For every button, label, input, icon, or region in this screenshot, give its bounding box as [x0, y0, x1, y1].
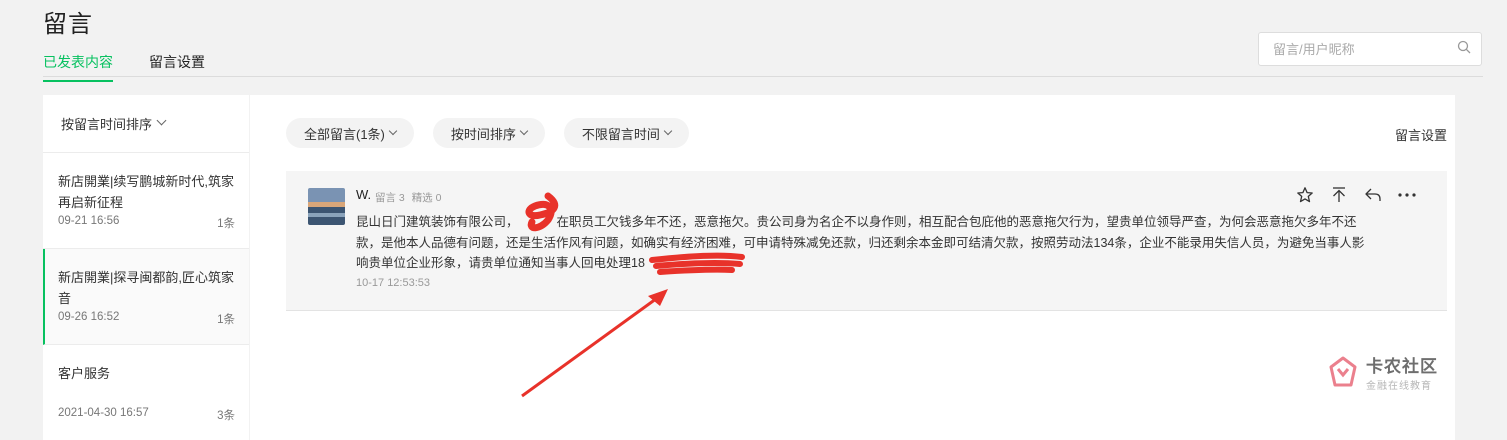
article-item[interactable]: 新店開業|续写鹏城新时代,筑家再启新征程 09-21 16:56 1条: [43, 153, 249, 249]
article-title: 新店開業|续写鹏城新时代,筑家再启新征程: [58, 174, 234, 210]
watermark-name: 卡农社区: [1366, 357, 1438, 376]
comment-timestamp: 10-17 12:53:53: [356, 277, 431, 289]
avatar[interactable]: [308, 188, 345, 225]
comment-text: 昆山日门建筑装饰有限公司， 在职员工欠钱多年不还，恶意拖欠。贵公司身为名企不以身作…: [356, 212, 1368, 274]
sidebar-sort-dropdown[interactable]: 按留言时间排序: [43, 95, 249, 153]
search-box[interactable]: [1258, 32, 1482, 66]
author-stats: 留言 3 精选 0: [375, 190, 445, 205]
pin-top-icon[interactable]: [1329, 185, 1349, 205]
chevron-down-icon: [156, 115, 167, 126]
article-date: 2021-04-30 16:57: [58, 407, 149, 419]
chevron-down-icon: [388, 126, 398, 136]
filter-sort-label: 按时间排序: [450, 126, 516, 142]
tab-published[interactable]: 已发表内容: [43, 52, 113, 82]
article-sidebar: 按留言时间排序 新店開業|续写鹏城新时代,筑家再启新征程 09-21 16:56…: [43, 95, 249, 440]
star-icon[interactable]: [1295, 185, 1315, 205]
chevron-down-icon: [519, 126, 529, 136]
search-input[interactable]: [1273, 41, 1457, 57]
more-icon[interactable]: [1397, 185, 1417, 205]
sidebar-sort-label: 按留言时间排序: [61, 117, 153, 132]
comment-panel: 全部留言(1条) 按时间排序 不限留言时间 留言设置 W. 留言 3 精选 0 …: [250, 95, 1455, 440]
article-item[interactable]: 客户服务 2021-04-30 16:57 3条: [43, 345, 249, 440]
comment-author: W.: [356, 187, 372, 202]
filter-time-label: 不限留言时间: [581, 126, 660, 142]
tabs-divider: [43, 76, 1483, 77]
article-comment-count: 1条: [217, 314, 235, 326]
article-comment-count: 3条: [217, 410, 235, 422]
comment-text-part1: 昆山日门建筑装饰有限公司，: [356, 215, 519, 229]
filter-all-comments[interactable]: 全部留言(1条): [286, 118, 414, 148]
watermark: 卡农社区 金融在线教育: [1326, 352, 1438, 392]
reply-icon[interactable]: [1363, 185, 1383, 205]
article-date: 09-26 16:52: [58, 311, 120, 323]
article-title: 客户服务: [58, 366, 111, 381]
article-title: 新店開業|探寻闽都韵,匠心筑家音: [58, 270, 234, 306]
chevron-down-icon: [663, 126, 673, 136]
author-featured-count: 精选 0: [411, 192, 442, 204]
watermark-logo: [1329, 356, 1357, 387]
filter-all-label: 全部留言(1条): [304, 126, 385, 142]
comment-actions: [1295, 185, 1417, 205]
comment-card: W. 留言 3 精选 0 昆山日门建筑装饰有限公司， 在职员工欠钱多年不还，恶意拖…: [286, 171, 1447, 311]
author-comment-count: 留言 3: [375, 192, 405, 204]
filter-time[interactable]: 不限留言时间: [563, 118, 689, 148]
tab-bar: 已发表内容 留言设置: [43, 52, 205, 82]
tab-comment-settings[interactable]: 留言设置: [149, 52, 205, 82]
comment-settings-link[interactable]: 留言设置: [1395, 125, 1447, 144]
watermark-tagline: 金融在线教育: [1366, 381, 1432, 392]
filter-sort[interactable]: 按时间排序: [432, 118, 545, 148]
article-item-selected[interactable]: 新店開業|探寻闽都韵,匠心筑家音 09-26 16:52 1条: [43, 249, 249, 345]
article-date: 09-21 16:56: [58, 215, 120, 227]
page-title: 留言: [43, 11, 93, 38]
search-icon[interactable]: [1457, 40, 1471, 59]
filter-bar: 全部留言(1条) 按时间排序 不限留言时间: [286, 118, 689, 148]
article-comment-count: 1条: [217, 218, 235, 230]
